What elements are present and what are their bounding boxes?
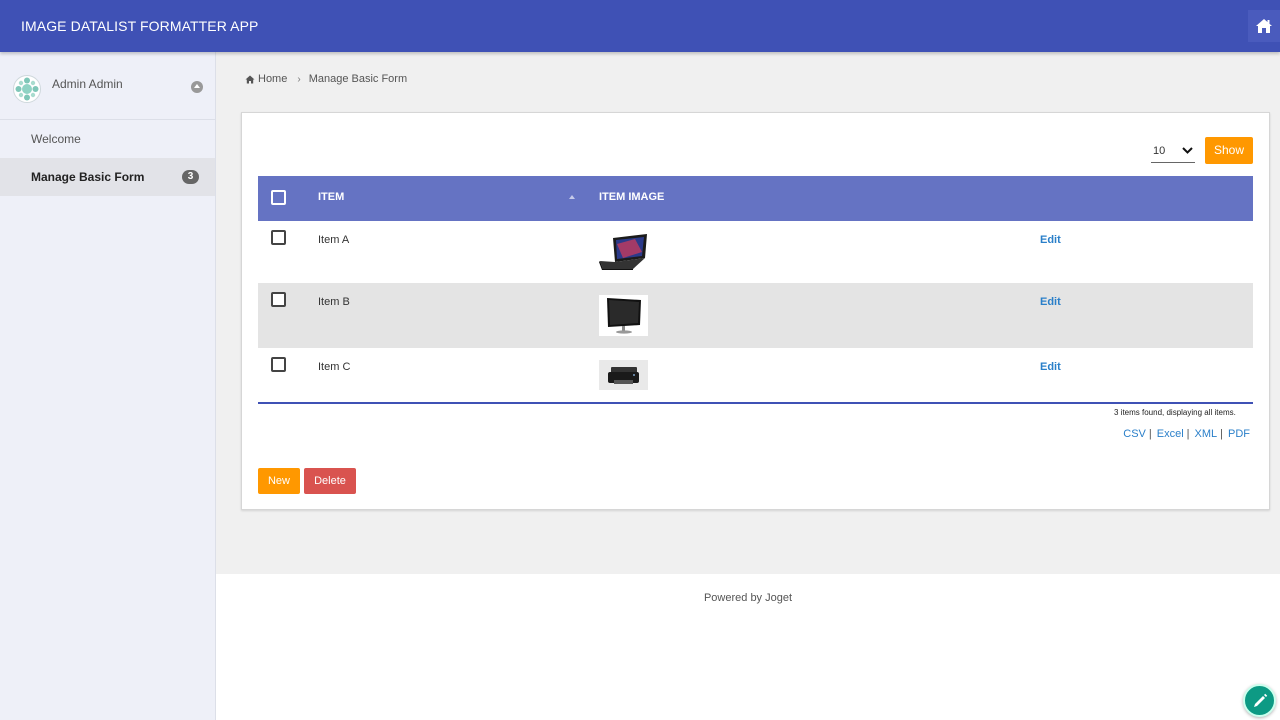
sidebar-item-label: Manage Basic Form — [31, 170, 145, 184]
sidebar-item-welcome[interactable]: Welcome — [0, 120, 215, 158]
pencil-icon — [1253, 693, 1267, 707]
delete-button[interactable]: Delete — [304, 468, 356, 494]
export-xml-link[interactable]: XML — [1195, 428, 1218, 440]
export-excel-link[interactable]: Excel — [1157, 428, 1184, 440]
printer-image — [599, 360, 648, 390]
sidebar-item-manage-basic-form[interactable]: Manage Basic Form 3 — [0, 158, 215, 196]
breadcrumb-home-label: Home — [258, 73, 288, 85]
table-row: Item A Edit — [258, 221, 1253, 283]
footer: Powered by Joget — [216, 574, 1280, 720]
edit-fab-button[interactable] — [1243, 684, 1276, 717]
export-links: CSV | Excel | XML | PDF — [1123, 428, 1250, 440]
item-name: Item B — [318, 296, 350, 308]
page-size-value: 10 — [1153, 145, 1166, 157]
breadcrumb-home-link[interactable]: Home — [245, 73, 287, 85]
home-button[interactable] — [1248, 10, 1280, 42]
user-menu-toggle-icon[interactable] — [191, 81, 203, 93]
powered-by-text: Powered by Joget — [703, 592, 793, 604]
count-badge: 3 — [182, 170, 199, 184]
sort-arrow-icon — [569, 195, 575, 199]
row-checkbox[interactable] — [271, 230, 286, 245]
page-size-select[interactable]: 10 — [1151, 139, 1195, 163]
edit-link[interactable]: Edit — [1040, 296, 1061, 308]
row-checkbox[interactable] — [271, 357, 286, 372]
home-icon — [1256, 19, 1272, 33]
main-content: Home › Manage Basic Form 10 Show ITEM IT… — [216, 52, 1280, 574]
datalist-panel: 10 Show ITEM ITEM IMAGE Item A Edit Item… — [241, 112, 1270, 510]
edit-link[interactable]: Edit — [1040, 361, 1061, 373]
sidebar: Admin Admin Welcome Manage Basic Form 3 — [0, 52, 216, 720]
top-bar: IMAGE DATALIST FORMATTER APP — [0, 0, 1280, 52]
chevron-down-icon — [1182, 147, 1193, 154]
table-header: ITEM ITEM IMAGE — [258, 176, 1253, 221]
item-name: Item C — [318, 361, 351, 373]
export-csv-link[interactable]: CSV — [1123, 428, 1146, 440]
column-header-item[interactable]: ITEM — [318, 191, 344, 203]
row-checkbox[interactable] — [271, 292, 286, 307]
data-table: ITEM ITEM IMAGE Item A Edit Item B Edit … — [258, 176, 1253, 404]
app-title: IMAGE DATALIST FORMATTER APP — [21, 18, 259, 34]
home-icon — [245, 75, 255, 83]
item-name: Item A — [318, 234, 350, 246]
export-pdf-link[interactable]: PDF — [1228, 428, 1250, 440]
avatar — [13, 75, 41, 103]
table-bottom-border — [258, 402, 1253, 404]
result-summary: 3 items found, displaying all items. — [1114, 408, 1236, 417]
user-profile: Admin Admin — [0, 52, 215, 120]
select-all-checkbox[interactable] — [271, 190, 286, 205]
monitor-image — [599, 295, 648, 336]
laptop-image — [599, 234, 647, 270]
user-name: Admin Admin — [52, 77, 123, 91]
sidebar-item-label: Welcome — [31, 132, 81, 146]
breadcrumb: Home › Manage Basic Form — [245, 73, 407, 85]
chevron-right-icon: › — [297, 73, 301, 85]
table-row: Item C Edit — [258, 348, 1253, 402]
column-header-item-image: ITEM IMAGE — [599, 191, 665, 203]
edit-link[interactable]: Edit — [1040, 234, 1061, 246]
show-button[interactable]: Show — [1205, 137, 1253, 164]
table-row: Item B Edit — [258, 283, 1253, 348]
new-button[interactable]: New — [258, 468, 300, 494]
breadcrumb-current: Manage Basic Form — [308, 73, 408, 85]
